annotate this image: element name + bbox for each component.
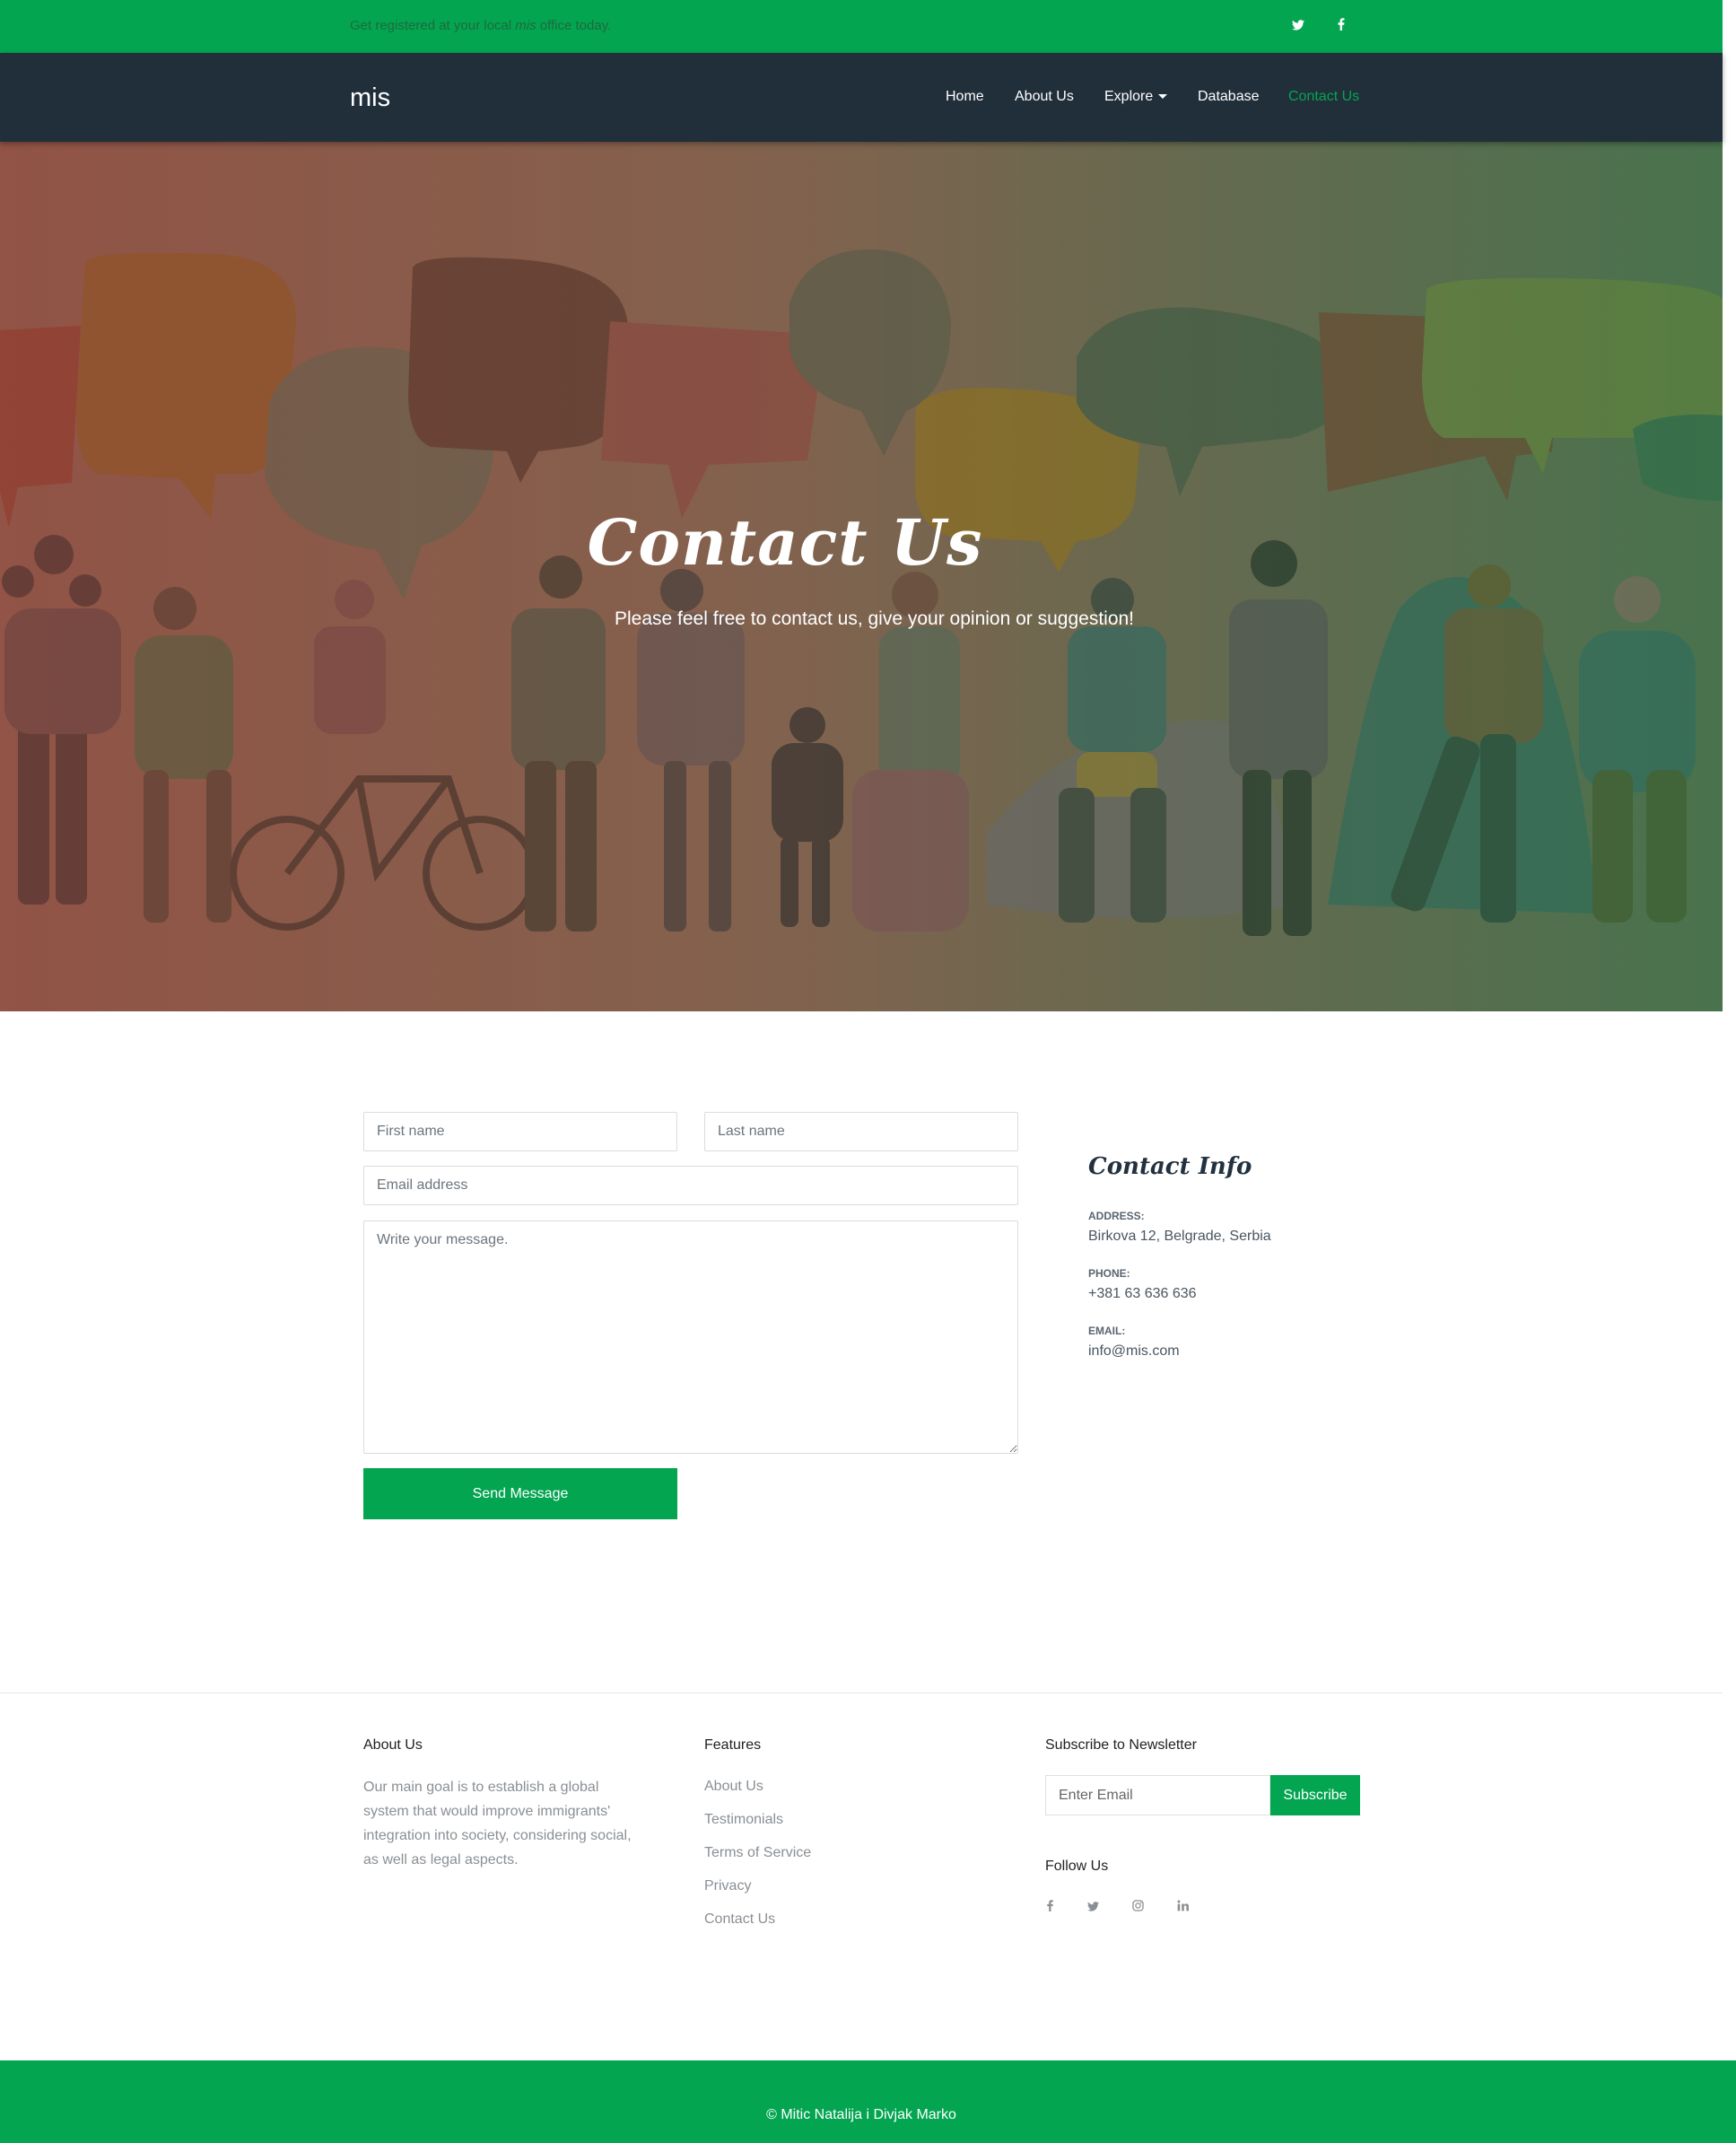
- copyright-bar: [0, 2060, 1736, 2143]
- last-name-field[interactable]: [704, 1112, 1018, 1151]
- hero-title: Contact Us: [587, 505, 983, 580]
- nav-contact-us[interactable]: Contact Us: [1288, 89, 1359, 105]
- contact-info-title: Contact Info: [1088, 1153, 1252, 1180]
- footer-link-privacy[interactable]: Privacy: [704, 1878, 751, 1894]
- hero-subtitle: Please feel free to contact us, give you…: [615, 608, 1135, 629]
- subscribe-button[interactable]: Subscribe: [1270, 1775, 1360, 1815]
- newsletter-title: Subscribe to Newsletter: [1045, 1737, 1197, 1753]
- brand-logo[interactable]: mis: [350, 83, 390, 113]
- footer-link-about-us[interactable]: About Us: [704, 1779, 763, 1795]
- nav-about-us[interactable]: About Us: [1015, 89, 1074, 105]
- top-bar-tagline: Get registered at your local mis office …: [350, 18, 611, 33]
- address-label: Address:: [1088, 1210, 1145, 1222]
- follow-us-title: Follow Us: [1045, 1859, 1109, 1874]
- first-name-field[interactable]: [363, 1112, 677, 1151]
- main-navbar: mis Home About Us Explore Database Conta…: [0, 53, 1723, 142]
- email-label: Email:: [1088, 1325, 1126, 1337]
- hero-banner: Contact Us Please feel free to contact u…: [0, 142, 1723, 1011]
- email-value: info@mis.com: [1088, 1343, 1180, 1359]
- nav-database[interactable]: Database: [1198, 89, 1260, 105]
- instagram-icon[interactable]: [1129, 1898, 1147, 1916]
- tagline-text: Get registered at your local: [350, 18, 516, 33]
- nav-explore[interactable]: Explore: [1104, 89, 1168, 105]
- address-value: Birkova 12, Belgrade, Serbia: [1088, 1229, 1271, 1244]
- top-bar: Get registered at your local mis office …: [0, 0, 1723, 53]
- tagline-text-end: office today.: [536, 18, 612, 33]
- facebook-icon[interactable]: [1331, 16, 1351, 36]
- footer-link-testimonials[interactable]: Testimonials: [704, 1812, 783, 1828]
- tagline-emphasis: mis: [515, 18, 537, 33]
- facebook-icon[interactable]: [1041, 1898, 1059, 1916]
- message-field[interactable]: [363, 1220, 1018, 1454]
- nav-explore-label: Explore: [1104, 89, 1154, 104]
- newsletter-email-input[interactable]: [1045, 1775, 1270, 1815]
- phone-value: +381 63 636 636: [1088, 1286, 1197, 1301]
- footer-about-text: Our main goal is to establish a global s…: [363, 1780, 632, 1867]
- chevron-down-icon: [1158, 94, 1168, 100]
- footer-about-title: About Us: [363, 1737, 423, 1753]
- twitter-icon[interactable]: [1084, 1898, 1102, 1916]
- linkedin-icon[interactable]: [1173, 1898, 1191, 1916]
- email-field[interactable]: [363, 1166, 1018, 1205]
- nav-home[interactable]: Home: [946, 89, 984, 105]
- send-message-button[interactable]: Send Message: [363, 1468, 677, 1519]
- footer-link-contact-us[interactable]: Contact Us: [704, 1911, 775, 1928]
- phone-label: Phone:: [1088, 1267, 1130, 1280]
- footer-link-terms[interactable]: Terms of Service: [704, 1845, 811, 1861]
- copyright-text: © Mitic Natalija i Divjak Marko: [766, 2107, 956, 2122]
- twitter-icon[interactable]: [1288, 16, 1308, 36]
- footer-features-title: Features: [704, 1737, 762, 1753]
